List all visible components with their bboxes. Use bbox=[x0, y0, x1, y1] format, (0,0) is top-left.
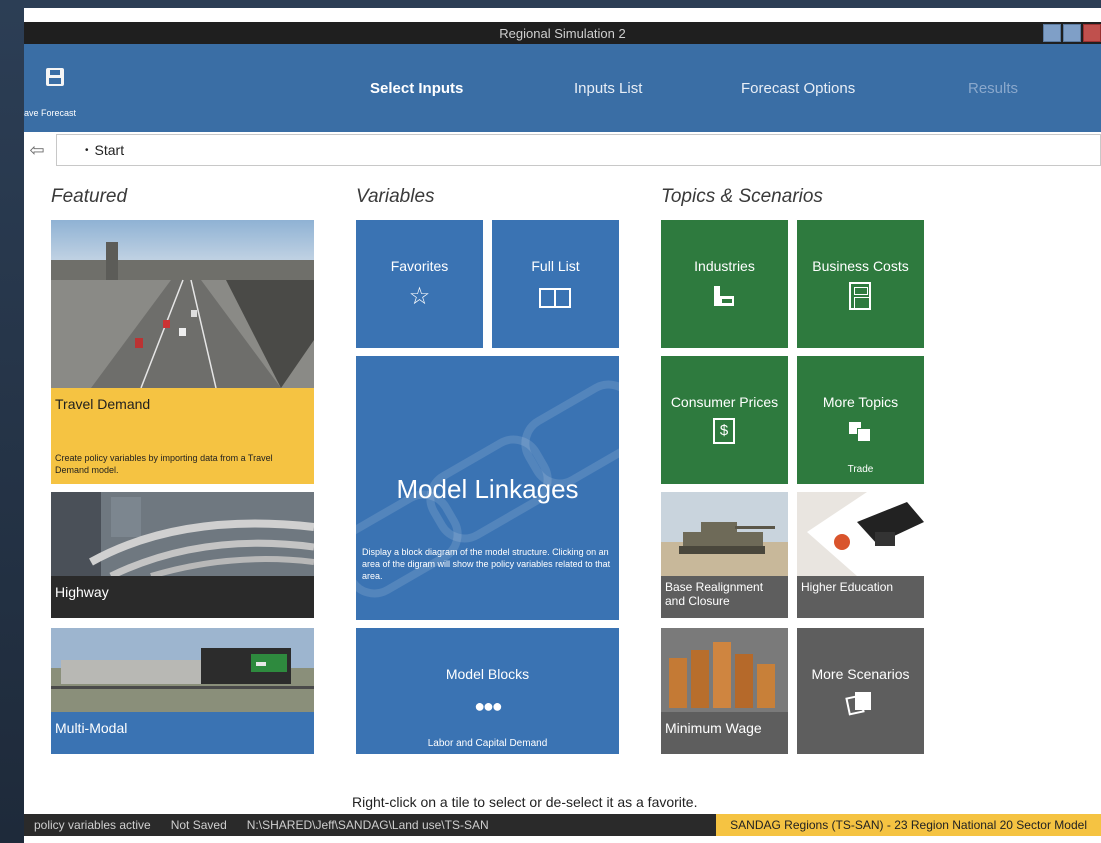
model-blocks-label: Model Blocks bbox=[445, 666, 530, 682]
model-blocks-sub: Labor and Capital Demand bbox=[427, 738, 548, 749]
section-title-featured: Featured bbox=[51, 186, 128, 207]
multi-modal-title: Multi-Modal bbox=[55, 720, 128, 736]
floppy-disk-icon bbox=[46, 68, 64, 86]
tile-highway[interactable]: Highway bbox=[51, 492, 314, 618]
favorite-hint: Right-click on a tile to select or de-se… bbox=[352, 794, 698, 810]
window-title: Regional Simulation 2 bbox=[499, 25, 626, 41]
maximize-button[interactable] bbox=[1063, 24, 1081, 42]
dollar-receipt-icon: $ bbox=[713, 418, 735, 444]
tile-industries[interactable]: Industries bbox=[661, 220, 788, 348]
more-topics-sub: Trade bbox=[847, 464, 874, 475]
travel-demand-photo bbox=[51, 220, 314, 389]
status-policy-variables: policy variables active bbox=[34, 818, 151, 832]
multi-modal-photo bbox=[51, 628, 314, 712]
star-icon: ☆ bbox=[408, 283, 431, 310]
app-window: Regional Simulation 2 ave Forecast Selec… bbox=[24, 8, 1101, 843]
breadcrumb: • Start bbox=[56, 134, 1101, 166]
model-linkages-title: Model Linkages bbox=[396, 474, 579, 504]
travel-demand-description: Create policy variables by importing dat… bbox=[55, 453, 273, 475]
higher-education-label: Higher Education bbox=[801, 580, 894, 594]
tab-inputs-list[interactable]: Inputs List bbox=[574, 80, 642, 97]
minimum-wage-label: Minimum Wage bbox=[665, 720, 762, 736]
travel-demand-title: Travel Demand bbox=[55, 396, 151, 412]
tile-model-blocks[interactable]: Model Blocks ●●● Labor and Capital Deman… bbox=[356, 628, 619, 754]
people-icon: ●●● bbox=[474, 696, 503, 716]
window-controls bbox=[1043, 24, 1101, 42]
tile-more-topics[interactable]: More Topics Trade bbox=[797, 356, 924, 484]
breadcrumb-item-start[interactable]: Start bbox=[95, 142, 125, 158]
tile-more-scenarios[interactable]: More Scenarios bbox=[797, 628, 924, 754]
breadcrumb-bullet-icon: • bbox=[85, 144, 89, 156]
coins-photo bbox=[661, 628, 788, 712]
calculator-icon bbox=[849, 282, 871, 310]
business-costs-label: Business Costs bbox=[812, 258, 909, 274]
tank-photo bbox=[661, 492, 788, 576]
tile-full-list[interactable]: Full List bbox=[492, 220, 619, 348]
base-realignment-label: Base Realignment and Closure bbox=[665, 580, 764, 608]
graduation-photo bbox=[797, 492, 924, 576]
status-saved: Not Saved bbox=[170, 818, 227, 832]
close-button[interactable] bbox=[1083, 24, 1101, 42]
tile-minimum-wage[interactable]: Minimum Wage bbox=[661, 628, 788, 754]
title-bar: Regional Simulation 2 bbox=[24, 22, 1101, 44]
highway-photo bbox=[51, 492, 314, 580]
status-path: N:\SHARED\Jeff\SANDAG\Land use\TS-SAN bbox=[246, 818, 489, 832]
section-title-variables: Variables bbox=[356, 186, 435, 207]
tab-select-inputs[interactable]: Select Inputs bbox=[370, 80, 463, 97]
highway-title: Highway bbox=[55, 584, 109, 600]
full-list-label: Full List bbox=[531, 258, 580, 274]
book-icon bbox=[539, 288, 571, 308]
ribbon: ave Forecast Select Inputs Inputs List F… bbox=[24, 44, 1101, 132]
trade-icon bbox=[849, 422, 871, 442]
favorites-label: Favorites bbox=[390, 258, 449, 274]
tile-base-realignment[interactable]: Base Realignment and Closure bbox=[661, 492, 788, 618]
tab-results[interactable]: Results bbox=[968, 80, 1018, 97]
more-scenarios-label: More Scenarios bbox=[811, 666, 910, 682]
tile-higher-education[interactable]: Higher Education bbox=[797, 492, 924, 618]
scenario-icon bbox=[845, 692, 871, 716]
model-linkages-description: Display a block diagram of the model str… bbox=[362, 547, 611, 581]
tile-model-linkages[interactable]: Model Linkages Display a block diagram o… bbox=[356, 356, 619, 620]
status-bar: policy variables active Not Saved N:\SHA… bbox=[24, 814, 1101, 836]
tile-travel-demand[interactable]: Travel Demand Create policy variables by… bbox=[51, 220, 314, 484]
minimize-button[interactable] bbox=[1043, 24, 1061, 42]
tile-favorites[interactable]: Favorites ☆ bbox=[356, 220, 483, 348]
section-title-topics: Topics & Scenarios bbox=[661, 186, 823, 207]
breadcrumb-bar: ⇦ • Start bbox=[24, 134, 1101, 168]
tile-business-costs[interactable]: Business Costs bbox=[797, 220, 924, 348]
consumer-prices-label: Consumer Prices bbox=[670, 394, 779, 410]
status-region-model: SANDAG Regions (TS-SAN) - 23 Region Nati… bbox=[716, 814, 1101, 836]
factory-icon bbox=[714, 286, 734, 306]
back-arrow-icon[interactable]: ⇦ bbox=[26, 139, 48, 161]
industries-label: Industries bbox=[694, 258, 755, 274]
tab-forecast-options[interactable]: Forecast Options bbox=[741, 80, 855, 97]
more-topics-label: More Topics bbox=[822, 394, 899, 410]
save-forecast-label: ave Forecast bbox=[24, 108, 77, 118]
tile-consumer-prices[interactable]: Consumer Prices $ bbox=[661, 356, 788, 484]
tile-multi-modal[interactable]: Multi-Modal bbox=[51, 628, 314, 754]
